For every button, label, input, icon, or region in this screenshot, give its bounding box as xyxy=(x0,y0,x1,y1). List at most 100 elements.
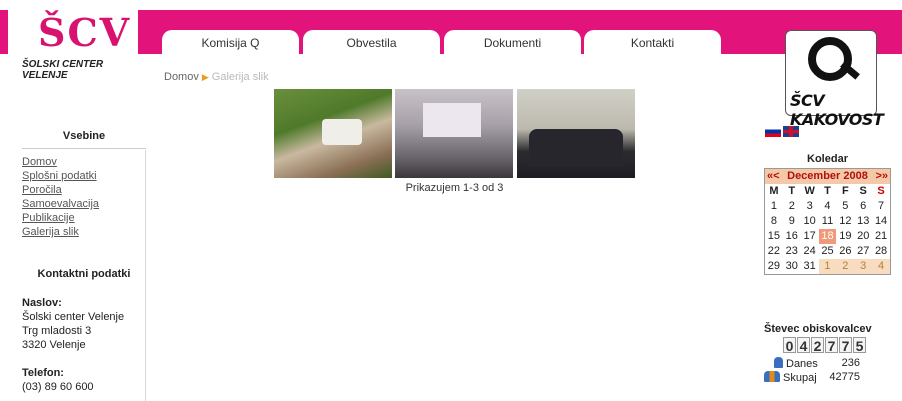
counter-digit: 2 xyxy=(811,337,824,354)
breadcrumb-home[interactable]: Domov xyxy=(164,71,199,83)
phone-label: Telefon: xyxy=(22,367,64,379)
calendar-day[interactable]: 30 xyxy=(783,259,801,274)
address-label: Naslov: xyxy=(22,297,62,309)
counter-digit: 7 xyxy=(825,337,838,354)
calendar-day[interactable]: 10 xyxy=(801,214,819,229)
calendar-day[interactable]: 5 xyxy=(836,199,854,214)
calendar-day[interactable]: 27 xyxy=(854,244,872,259)
kakovost-logo-text: ŠCV KAKOVOST xyxy=(790,91,884,129)
counter-today-label: Danes xyxy=(786,358,818,370)
counter-total-value: 42775 xyxy=(829,371,860,383)
calendar-day[interactable]: 17 xyxy=(801,229,819,244)
gallery-photo[interactable] xyxy=(517,89,635,178)
visitor-counter-digits: 042775 xyxy=(783,337,867,354)
counter-digit: 4 xyxy=(797,337,810,354)
calendar-month: December 2008 xyxy=(787,170,868,182)
sidebar-title: Vsebine xyxy=(22,130,146,149)
calendar-day[interactable]: 1 xyxy=(765,199,783,214)
kakovost-logo[interactable]: ŠCV KAKOVOST xyxy=(785,30,884,129)
calendar-day[interactable]: 15 xyxy=(765,229,783,244)
counter-digit: 5 xyxy=(853,337,866,354)
calendar-day[interactable]: 2 xyxy=(783,199,801,214)
tab-dokumenti[interactable]: Dokumenti xyxy=(444,30,581,56)
calendar-weekday: M xyxy=(769,185,779,197)
gallery-caption: Prikazujem 1-3 od 3 xyxy=(405,182,504,194)
sidebar-item-splosni-podatki[interactable]: Splošni podatki xyxy=(22,169,146,183)
calendar-day[interactable]: 11 xyxy=(819,214,837,229)
calendar: «< December 2008 >» M T W T F S S 1 2 3 4 5 6 7 8 9 10 11… xyxy=(764,168,891,275)
counter-digit: 0 xyxy=(783,337,796,354)
english-flag-icon[interactable] xyxy=(783,126,799,137)
calendar-day-next-month[interactable]: 3 xyxy=(854,259,873,274)
calendar-day[interactable]: 22 xyxy=(765,244,783,259)
calendar-day[interactable]: 9 xyxy=(783,214,801,229)
calendar-day[interactable]: 16 xyxy=(783,229,801,244)
calendar-grid: M T W T F S S 1 2 3 4 5 6 7 8 9 10 11 12 13 14 15 16 17 18 19 20 21… xyxy=(765,184,890,274)
gallery-photo[interactable] xyxy=(274,89,392,178)
visitor-counter-title: Števec obiskovalcev xyxy=(764,323,872,335)
logo-letters: ŠCV xyxy=(38,10,132,55)
counter-today: Danes 236 xyxy=(764,357,860,370)
breadcrumb: Domov ▶ Galerija slik xyxy=(164,71,269,83)
address-line: Šolski center Velenje xyxy=(22,311,125,323)
calendar-weekday: T xyxy=(788,185,796,197)
calendar-day[interactable]: 25 xyxy=(819,244,837,259)
slovenian-flag-icon[interactable] xyxy=(765,126,781,137)
logo-caption: ŠOLSKI CENTER VELENJE xyxy=(22,59,104,81)
contact-info: Naslov: Šolski center Velenje Trg mlados… xyxy=(22,296,124,394)
left-sidebar: Vsebine Domov Splošni podatki Poročila S… xyxy=(22,130,146,239)
sidebar-item-publikacije[interactable]: Publikacije xyxy=(22,211,146,225)
gallery-photo[interactable] xyxy=(395,89,513,178)
group-icon xyxy=(764,371,780,382)
counter-total-label: Skupaj xyxy=(783,372,817,384)
header: ŠCV ŠOLSKI CENTER VELENJE Komisija Q Obv… xyxy=(0,0,902,129)
calendar-weekday: S xyxy=(859,185,867,197)
breadcrumb-current: Galerija slik xyxy=(211,71,269,83)
calendar-day[interactable]: 4 xyxy=(819,199,837,214)
calendar-weekday: S xyxy=(877,185,885,197)
calendar-day[interactable]: 29 xyxy=(765,259,783,274)
calendar-day[interactable]: 6 xyxy=(854,199,872,214)
calendar-day[interactable]: 31 xyxy=(801,259,819,274)
calendar-day[interactable]: 8 xyxy=(765,214,783,229)
calendar-day[interactable]: 13 xyxy=(854,214,872,229)
sidebar-item-domov[interactable]: Domov xyxy=(22,155,146,169)
tab-komisija-q[interactable]: Komisija Q xyxy=(162,30,299,56)
calendar-day[interactable]: 3 xyxy=(801,199,819,214)
calendar-day[interactable]: 18 xyxy=(818,229,837,244)
calendar-day[interactable]: 20 xyxy=(854,229,872,244)
person-icon xyxy=(774,357,783,368)
tab-obvestila[interactable]: Obvestila xyxy=(303,30,440,56)
sidebar-item-galerija-slik[interactable]: Galerija slik xyxy=(22,225,146,239)
calendar-header: «< December 2008 >» xyxy=(765,169,890,184)
sidebar-item-porocila[interactable]: Poročila xyxy=(22,183,146,197)
counter-total: Skupaj 42775 xyxy=(764,371,860,384)
tab-kontakti[interactable]: Kontakti xyxy=(584,30,721,56)
school-logo[interactable]: ŠCV ŠOLSKI CENTER VELENJE xyxy=(8,6,138,81)
calendar-day-next-month[interactable]: 4 xyxy=(872,259,890,274)
calendar-day[interactable]: 12 xyxy=(836,214,854,229)
calendar-day-next-month[interactable]: 1 xyxy=(818,259,837,274)
counter-today-value: 236 xyxy=(841,357,860,369)
calendar-day-next-month[interactable]: 2 xyxy=(836,259,855,274)
calendar-day[interactable]: 24 xyxy=(801,244,819,259)
contact-title: Kontaktni podatki xyxy=(37,268,131,280)
address-line: Trg mladosti 3 xyxy=(22,325,92,337)
language-switcher xyxy=(765,126,801,138)
calendar-day[interactable]: 7 xyxy=(872,199,890,214)
phone-number: (03) 89 60 600 xyxy=(22,381,94,393)
calendar-day[interactable]: 23 xyxy=(783,244,801,259)
breadcrumb-arrow-icon: ▶ xyxy=(201,72,209,82)
calendar-day[interactable]: 19 xyxy=(836,229,854,244)
calendar-day[interactable]: 21 xyxy=(872,229,890,244)
calendar-day[interactable]: 26 xyxy=(836,244,854,259)
calendar-weekday: T xyxy=(824,185,831,197)
calendar-day[interactable]: 14 xyxy=(872,214,890,229)
calendar-weekday: F xyxy=(841,185,849,197)
sidebar-item-samoevalvacija[interactable]: Samoevalvacija xyxy=(22,197,146,211)
calendar-next-button[interactable]: >» xyxy=(875,169,888,184)
calendar-day[interactable]: 28 xyxy=(872,244,890,259)
calendar-weekday: W xyxy=(804,185,815,197)
magnifier-q-icon xyxy=(808,37,852,81)
calendar-prev-button[interactable]: «< xyxy=(767,169,780,184)
